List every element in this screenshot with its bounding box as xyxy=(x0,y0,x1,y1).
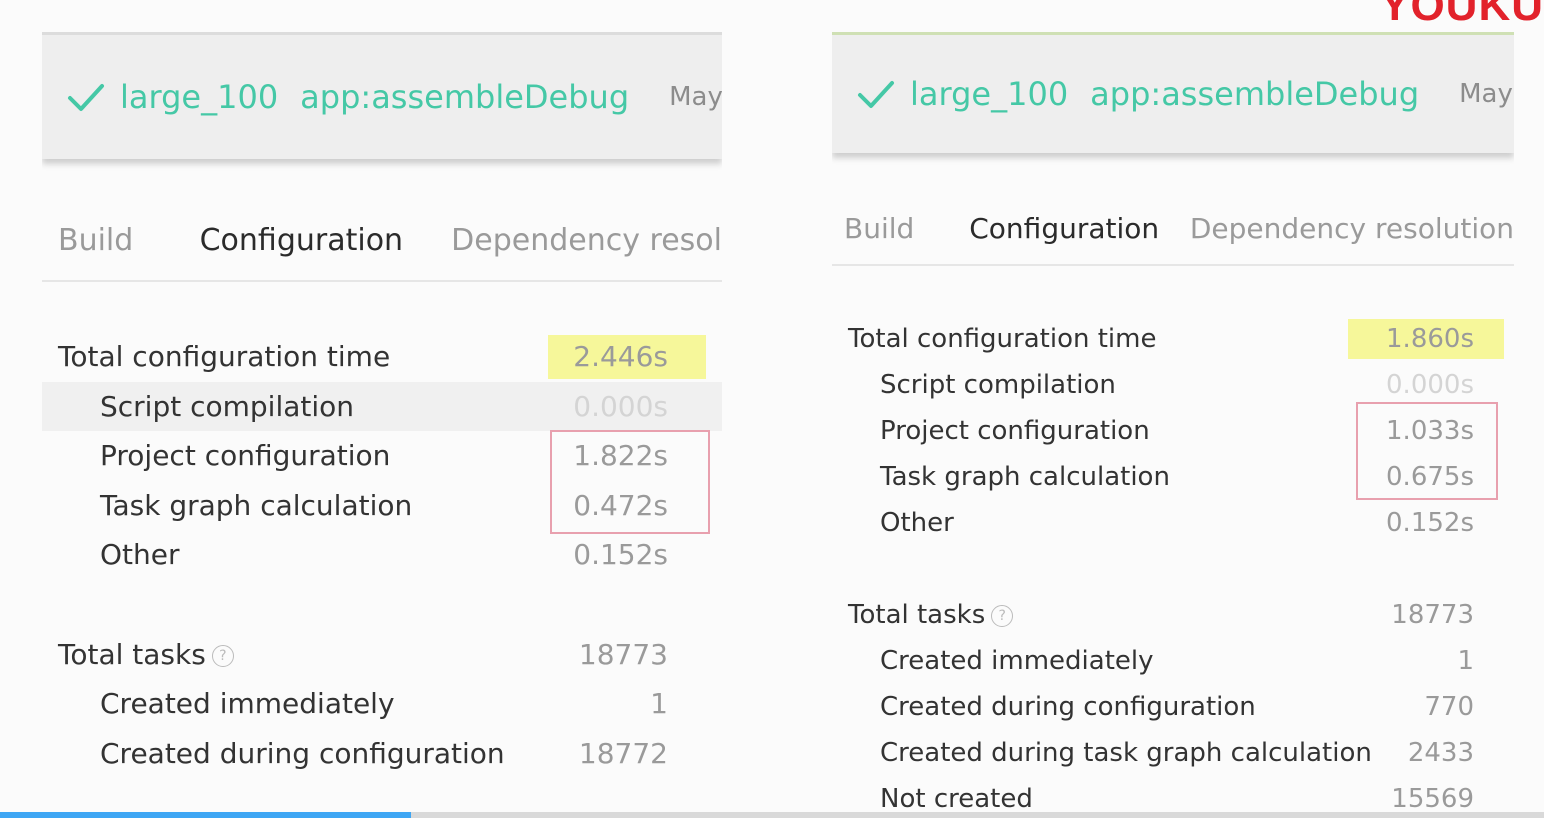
created-immediately-row: Created immediately 1 xyxy=(42,679,722,729)
video-progress-fill xyxy=(0,812,411,818)
row-value: 0.000s xyxy=(573,389,668,423)
help-icon[interactable]: ? xyxy=(991,604,1014,627)
tab-configuration[interactable]: Configuration xyxy=(957,192,1178,264)
build-date: May 1, xyxy=(669,82,722,112)
help-icon[interactable]: ? xyxy=(211,644,234,667)
tab-build[interactable]: Build xyxy=(832,192,957,264)
row-value: 18773 xyxy=(578,637,668,671)
row-label: Total configuration time xyxy=(58,340,391,374)
tab-build[interactable]: Build xyxy=(42,200,184,280)
row-label: Created immediately xyxy=(100,687,395,721)
task-name: app:assembleDebug xyxy=(300,78,630,116)
created-immediately-row: Created immediately 1 xyxy=(832,638,1514,684)
row-value: 1 xyxy=(1457,646,1474,676)
success-check-icon xyxy=(68,84,104,111)
tab-bar: Build Configuration Dependency resol xyxy=(42,200,722,282)
row-value: 1.822s xyxy=(573,439,668,473)
row-label: Created during configuration xyxy=(880,692,1256,722)
row-label: Created during configuration xyxy=(100,736,505,770)
configuration-summary: Total configuration time 2.446s Script c… xyxy=(42,332,722,778)
row-value: 1.033s xyxy=(1386,416,1474,446)
row-value: 1.860s xyxy=(1386,324,1474,354)
total-tasks-label: Total tasks xyxy=(58,637,206,671)
row-label: Project configuration xyxy=(100,439,391,473)
row-label: Script compilation xyxy=(880,370,1116,400)
row-value: 15569 xyxy=(1391,784,1474,814)
row-value: 18773 xyxy=(1391,600,1474,630)
other-row: Other 0.152s xyxy=(832,500,1514,546)
row-value: 18772 xyxy=(578,736,668,770)
row-label: Other xyxy=(880,508,954,538)
row-label: Project configuration xyxy=(880,416,1150,446)
row-label: Script compilation xyxy=(100,389,355,423)
row-label: Task graph calculation xyxy=(880,462,1170,492)
row-label: Not created xyxy=(880,784,1033,814)
build-scan-panel-left: large_100 app:assembleDebug May 1, Build… xyxy=(42,32,722,818)
total-tasks-row: Total tasks? 18773 xyxy=(832,592,1514,638)
tab-dependency-label: Dependency resolution xyxy=(1189,211,1514,245)
tab-configuration-label: Configuration xyxy=(199,222,404,258)
created-during-task-graph-row: Created during task graph calculation 24… xyxy=(832,730,1514,776)
project-name: large_100 xyxy=(910,75,1069,113)
total-tasks-label: Total tasks xyxy=(848,600,986,630)
success-check-icon xyxy=(858,81,894,108)
created-during-configuration-row: Created during configuration 18772 xyxy=(42,729,722,779)
created-during-configuration-row: Created during configuration 770 xyxy=(832,684,1514,730)
task-name: app:assembleDebug xyxy=(1090,75,1420,113)
tab-configuration-label: Configuration xyxy=(969,211,1160,245)
total-configuration-row: Total configuration time 2.446s xyxy=(42,332,722,382)
row-label: Other xyxy=(100,538,180,572)
tab-dependency-label: Dependency resol xyxy=(451,222,722,258)
youku-watermark: YOUKU xyxy=(1380,0,1544,30)
project-name: large_100 xyxy=(120,78,279,116)
build-header[interactable]: large_100 app:assembleDebug May 1, 2019 … xyxy=(832,32,1514,153)
row-value: 0.000s xyxy=(1386,370,1474,400)
build-header[interactable]: large_100 app:assembleDebug May 1, xyxy=(42,32,722,159)
row-label: Created during task graph calculation xyxy=(880,738,1372,768)
row-value: 2433 xyxy=(1407,738,1474,768)
row-label: Total configuration time xyxy=(848,324,1157,354)
total-configuration-row: Total configuration time 1.860s xyxy=(832,316,1514,362)
tab-dependency-resolution[interactable]: Dependency resolution xyxy=(1178,192,1514,264)
tab-configuration[interactable]: Configuration xyxy=(184,200,436,280)
row-label: Created immediately xyxy=(880,646,1154,676)
row-label: Total tasks? xyxy=(42,638,234,671)
row-value: 770 xyxy=(1424,692,1474,722)
row-label: Task graph calculation xyxy=(100,488,413,522)
row-label: Total tasks? xyxy=(832,600,1014,630)
build-date: May 1, 2019 1: xyxy=(1459,79,1514,109)
row-value: 1 xyxy=(650,687,668,721)
tab-build-label: Build xyxy=(58,222,134,258)
total-tasks-row: Total tasks? 18773 xyxy=(42,630,722,680)
row-value: 0.675s xyxy=(1386,462,1474,492)
tab-build-label: Build xyxy=(844,211,915,245)
other-row: Other 0.152s xyxy=(42,530,722,580)
configuration-summary: Total configuration time 1.860s Script c… xyxy=(832,316,1514,818)
video-progress-bar[interactable] xyxy=(0,812,1544,818)
row-value: 0.152s xyxy=(573,538,668,572)
row-value: 0.152s xyxy=(1386,508,1474,538)
script-compilation-row[interactable]: Script compilation 0.000s xyxy=(42,381,722,431)
row-value: 0.472s xyxy=(573,488,668,522)
build-scan-panel-right: large_100 app:assembleDebug May 1, 2019 … xyxy=(832,32,1514,818)
row-value: 2.446s xyxy=(573,340,668,374)
tab-dependency-resolution[interactable]: Dependency resol xyxy=(435,200,722,280)
tab-bar: Build Configuration Dependency resolutio… xyxy=(832,192,1514,266)
